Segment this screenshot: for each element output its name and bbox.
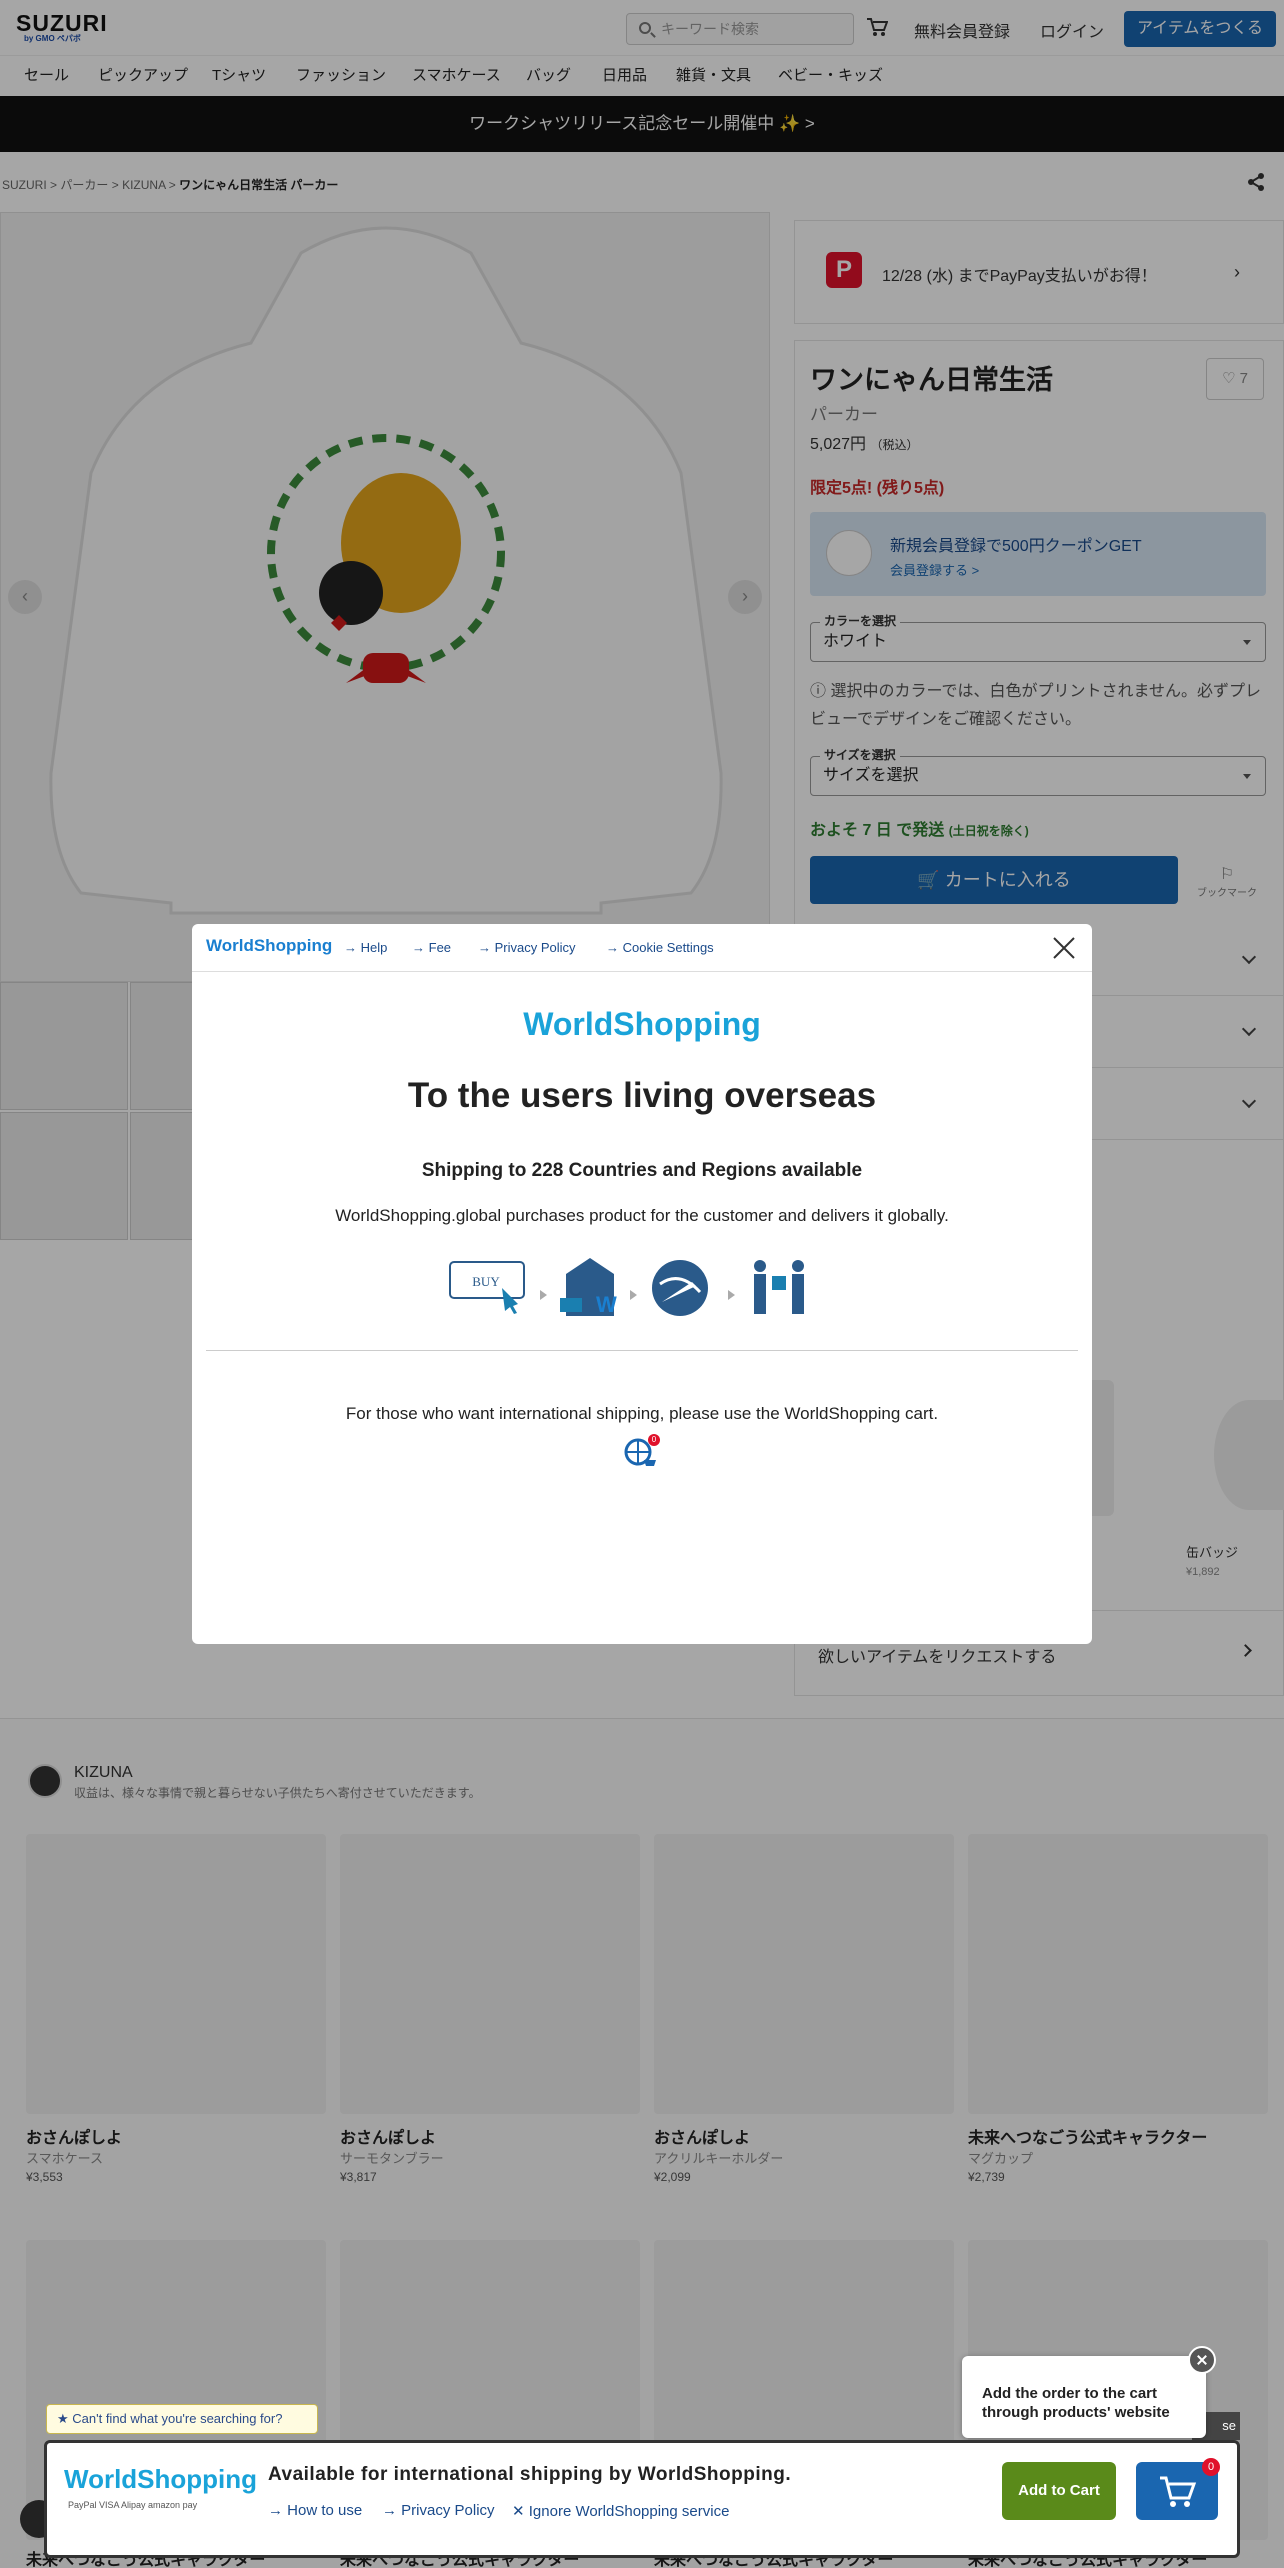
buy-label: BUY [472,1274,500,1289]
bar-privacy-link[interactable]: → Privacy Policy [382,2502,495,2519]
modal-subtitle: Shipping to 228 Countries and Regions av… [421,1160,863,1181]
cart-count-badge: 0 [1202,2458,1220,2476]
worldshopping-logo: WorldShopping [206,936,333,955]
bar-title: Available for international shipping by … [268,2464,792,2485]
modal-description: WorldShopping.global purchases product f… [335,1206,949,1225]
worldshopping-bar-logo: WorldShopping [64,2464,258,2494]
cart-tooltip: Add the order to the cart through produc… [962,2356,1206,2438]
fee-link[interactable]: → Fee [412,940,451,955]
privacy-link[interactable]: → Privacy Policy [478,940,576,955]
globe-step-icon [652,1260,708,1316]
process-steps-illustration: BUY W [449,1258,804,1317]
modal-title: To the users living overseas [407,1076,877,1115]
handover-step-icon [754,1260,804,1314]
modal-footer-text: For those who want international shippin… [345,1404,939,1423]
globe-cart-icon[interactable]: 0 [624,1434,660,1470]
close-icon[interactable] [1050,934,1078,962]
cart-badge: 0 [648,1434,660,1446]
worldshopping-modal: WorldShopping → Help → Fee → Privacy Pol… [192,924,1092,1644]
tooltip-close-icon[interactable] [1188,2346,1216,2374]
worldshopping-big-logo: WorldShopping [523,1006,761,1042]
ignore-service-link[interactable]: ✕ Ignore WorldShopping service [512,2502,729,2520]
help-link[interactable]: → Help [344,940,387,955]
privacy-label: Privacy Policy [494,940,576,955]
ignore-service-label: Ignore WorldShopping service [528,2503,730,2520]
cookie-label: Cookie Settings [622,940,714,955]
payment-methods: PayPal VISA Alipay amazon pay [68,2500,198,2510]
how-to-use-label: How to use [287,2502,363,2519]
search-tip[interactable]: ★ Can't find what you're searching for? [46,2404,318,2434]
fee-label: Fee [428,940,452,955]
how-to-use-link[interactable]: → How to use [268,2502,362,2519]
warehouse-step-icon: W [560,1258,617,1317]
modal-divider [206,1350,1078,1351]
ws-add-to-cart-button[interactable]: Add to Cart [1002,2462,1116,2520]
bar-privacy-label: Privacy Policy [401,2502,495,2519]
buy-step-icon: BUY [449,1261,525,1314]
svg-text:W: W [596,1292,617,1317]
cookie-settings-link[interactable]: → Cookie Settings [606,940,714,955]
modal-header: WorldShopping → Help → Fee → Privacy Pol… [192,924,1092,972]
help-label: Help [360,940,388,955]
